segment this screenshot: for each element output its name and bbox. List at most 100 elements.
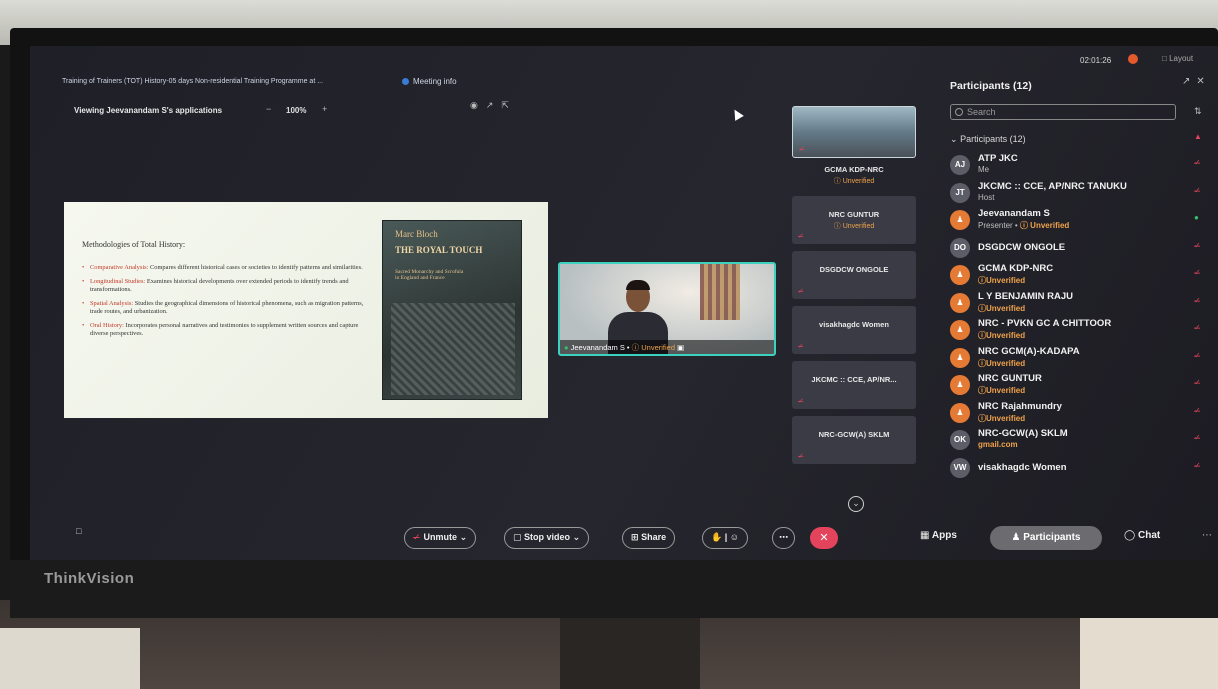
share-button[interactable]: ⊞ Share [622, 527, 676, 549]
stop-video-button[interactable]: ▢ Stop video ⌄ [504, 527, 590, 549]
participant-row[interactable]: AJ ATP JKC Me ✓̶ [950, 152, 1212, 180]
participants-panel: Participants (12) ↗✕ Search ⇅ ⌄ Particip… [946, 46, 1218, 516]
shared-slide: Methodologies of Total History: Comparat… [64, 202, 548, 418]
participant-row[interactable]: ♟ NRC - PVKN GC A CHITTOOR ⓘUnverified ✓… [950, 317, 1212, 345]
participants-button[interactable]: ♟ Participants [990, 526, 1102, 550]
participant-row[interactable]: JT JKCMC :: CCE, AP/NRC TANUKU Host ✓̶ [950, 180, 1212, 208]
thumbnail-tile[interactable]: NRC-GCW(A) SKLM ✓̶ [792, 416, 916, 464]
participants-section-header[interactable]: ⌄ Participants (12) [950, 134, 1026, 145]
mic-muted-icon: ✓̶ [798, 453, 804, 460]
thumbnail-camera-feed[interactable]: ✓̶ [792, 106, 916, 158]
mic-muted-icon[interactable]: ✓̶ [1194, 296, 1201, 305]
thumbnail-name: NRC GUNTUR [828, 210, 880, 219]
participant-row[interactable]: DO DSGDCW ONGOLE ✓̶ [950, 235, 1212, 263]
mute-all-icon[interactable]: ▲ [1194, 132, 1202, 141]
mic-muted-icon[interactable]: ✓̶ [1194, 186, 1201, 195]
search-placeholder: Search [967, 107, 996, 117]
info-icon [402, 78, 409, 86]
leave-meeting-button[interactable]: ✕ [810, 527, 838, 549]
chevron-down-icon[interactable]: ⌄ [848, 496, 864, 512]
section-label: Participants (12) [960, 134, 1026, 144]
pointer-icon[interactable]: ↗ [486, 100, 502, 110]
captions-icon[interactable]: □ [76, 526, 81, 536]
thumbnail-tile[interactable]: DSGDCW ONGOLE ✓̶ [792, 251, 916, 299]
meeting-title-text: Training of Trainers (TOT) History-05 da… [62, 78, 324, 85]
participant-name: ATP JKC [978, 153, 1018, 164]
reactions-button[interactable]: ✋ | ☺ [702, 527, 748, 549]
thumbnail-name: GCMA KDP-NRC [824, 165, 884, 174]
book-author: Marc Bloch [395, 229, 438, 239]
participant-search-input[interactable]: Search [950, 104, 1176, 120]
participant-row[interactable]: ♟ GCMA KDP-NRC ⓘUnverified ✓̶ [950, 262, 1212, 290]
chat-button[interactable]: ◯ Chat [1124, 530, 1160, 541]
meeting-title[interactable]: Training of Trainers (TOT) History-05 da… [62, 78, 323, 85]
mic-muted-icon[interactable]: ✓̶ [1194, 351, 1201, 360]
presenter-hair [626, 280, 650, 290]
participant-row[interactable]: ♟ L Y BENJAMIN RAJU ⓘUnverified ✓̶ [950, 290, 1212, 318]
apps-button[interactable]: ▦ Apps [920, 530, 957, 541]
thumbnail-tile[interactable]: NRC GUNTUR ⓘ Unverified ✓̶ [792, 196, 916, 244]
book-illustration [391, 303, 515, 395]
person-icon: ♟ [956, 270, 964, 279]
participant-status: ⓘUnverified [978, 275, 1025, 286]
video-name: Jeevanandam S [570, 343, 625, 352]
thumbnail-tile[interactable]: visakhagdc Women ✓̶ [792, 306, 916, 354]
participant-status: ⓘUnverified [978, 358, 1025, 369]
unmute-button[interactable]: ✓̶ Unmute ⌄ [404, 527, 477, 549]
fullscreen-icon[interactable]: ⇱ [501, 100, 517, 110]
participant-role: Me [978, 165, 990, 174]
mic-muted-icon[interactable]: ✓̶ [1194, 323, 1201, 332]
book-subtitle: Sacred Monarchy and Scrofula in England … [395, 269, 464, 281]
annotate-icon[interactable]: ◉ [470, 100, 486, 110]
mic-muted-icon[interactable]: ✓̶ [1194, 241, 1201, 250]
book-title: THE ROYAL TOUCH [395, 245, 483, 255]
participant-status: ⓘUnverified [978, 413, 1025, 424]
participant-row[interactable]: ♟ NRC GUNTUR ⓘUnverified ✓̶ [950, 372, 1212, 400]
sort-icon[interactable]: ⇅ [1194, 106, 1202, 117]
participant-row[interactable]: OK NRC-GCW(A) SKLM gmail.com ✓̶ [950, 427, 1212, 455]
participant-row[interactable]: ♟ NRC Rajahmundry ⓘUnverified ✓̶ [950, 400, 1212, 428]
stop-video-label: Stop video [524, 532, 571, 542]
more-panel-button[interactable]: ⋯ [1202, 530, 1212, 541]
participant-name: visakhagdc Women [978, 461, 1067, 473]
mic-muted-icon[interactable]: ✓̶ [1194, 433, 1201, 442]
mic-muted-icon[interactable]: ✓̶ [1194, 461, 1201, 470]
mic-muted-icon[interactable]: ✓̶ [1194, 406, 1201, 415]
slide-bullet: Comparative Analysis: Compares different… [82, 264, 364, 272]
mic-muted-icon[interactable]: ✓̶ [1194, 268, 1201, 277]
zoom-in-button[interactable]: + [322, 104, 327, 114]
avatar: ♟ [950, 375, 970, 395]
zoom-level: 100% [286, 106, 307, 115]
unverified-icon: ⓘ [978, 358, 986, 368]
thumbnail-status: ⓘ Unverified [833, 223, 875, 230]
presenter-video[interactable]: ● Jeevanandam S • ⓘ Unverified ▣ [558, 262, 776, 356]
participant-row[interactable]: ♟ Jeevanandam S Presenter • ⓘ Unverified… [950, 207, 1212, 235]
participant-status-text: Unverified [986, 276, 1026, 285]
mic-muted-icon[interactable]: ✓̶ [1194, 378, 1201, 387]
zoom-out-button[interactable]: − [266, 104, 271, 114]
mic-muted-icon: ✓̶ [798, 288, 804, 295]
participant-status-text: Unverified [986, 331, 1026, 340]
mic-muted-icon[interactable]: ✓̶ [1194, 158, 1201, 167]
meeting-info-button[interactable]: Meeting info [402, 77, 457, 86]
mic-on-icon[interactable]: ● [1194, 213, 1199, 222]
chevron-down-icon: ⌄ [950, 134, 958, 144]
participants-icon: ♟ [1011, 532, 1021, 543]
mouse-cursor-icon [730, 107, 744, 121]
share-toolbar: ◉↗⇱ [470, 100, 517, 111]
thumbnail-name: NRC-GCW(A) SKLM [818, 430, 890, 439]
participant-email: gmail.com [978, 440, 1018, 449]
participant-status: Unverified [1030, 221, 1070, 230]
popout-icon[interactable]: ↗ [1182, 76, 1196, 87]
thumbnail-tile[interactable]: JKCMC :: CCE, AP/NR... ✓̶ [792, 361, 916, 409]
avatar: ♟ [950, 347, 970, 368]
meeting-info-label: Meeting info [413, 77, 457, 86]
search-icon [955, 108, 963, 116]
unverified-icon: ⓘ [978, 331, 986, 340]
participant-row[interactable]: VW visakhagdc Women ✓̶ [950, 455, 1212, 483]
more-options-button[interactable]: ⋯ [772, 527, 795, 549]
chat-label: Chat [1137, 530, 1161, 541]
participant-row[interactable]: ♟ NRC GCM(A)-KADAPA ⓘUnverified ✓̶ [950, 345, 1212, 373]
slide-bullet: Longitudinal Studies: Examines historica… [82, 278, 364, 294]
close-icon[interactable]: ✕ [1196, 76, 1210, 87]
